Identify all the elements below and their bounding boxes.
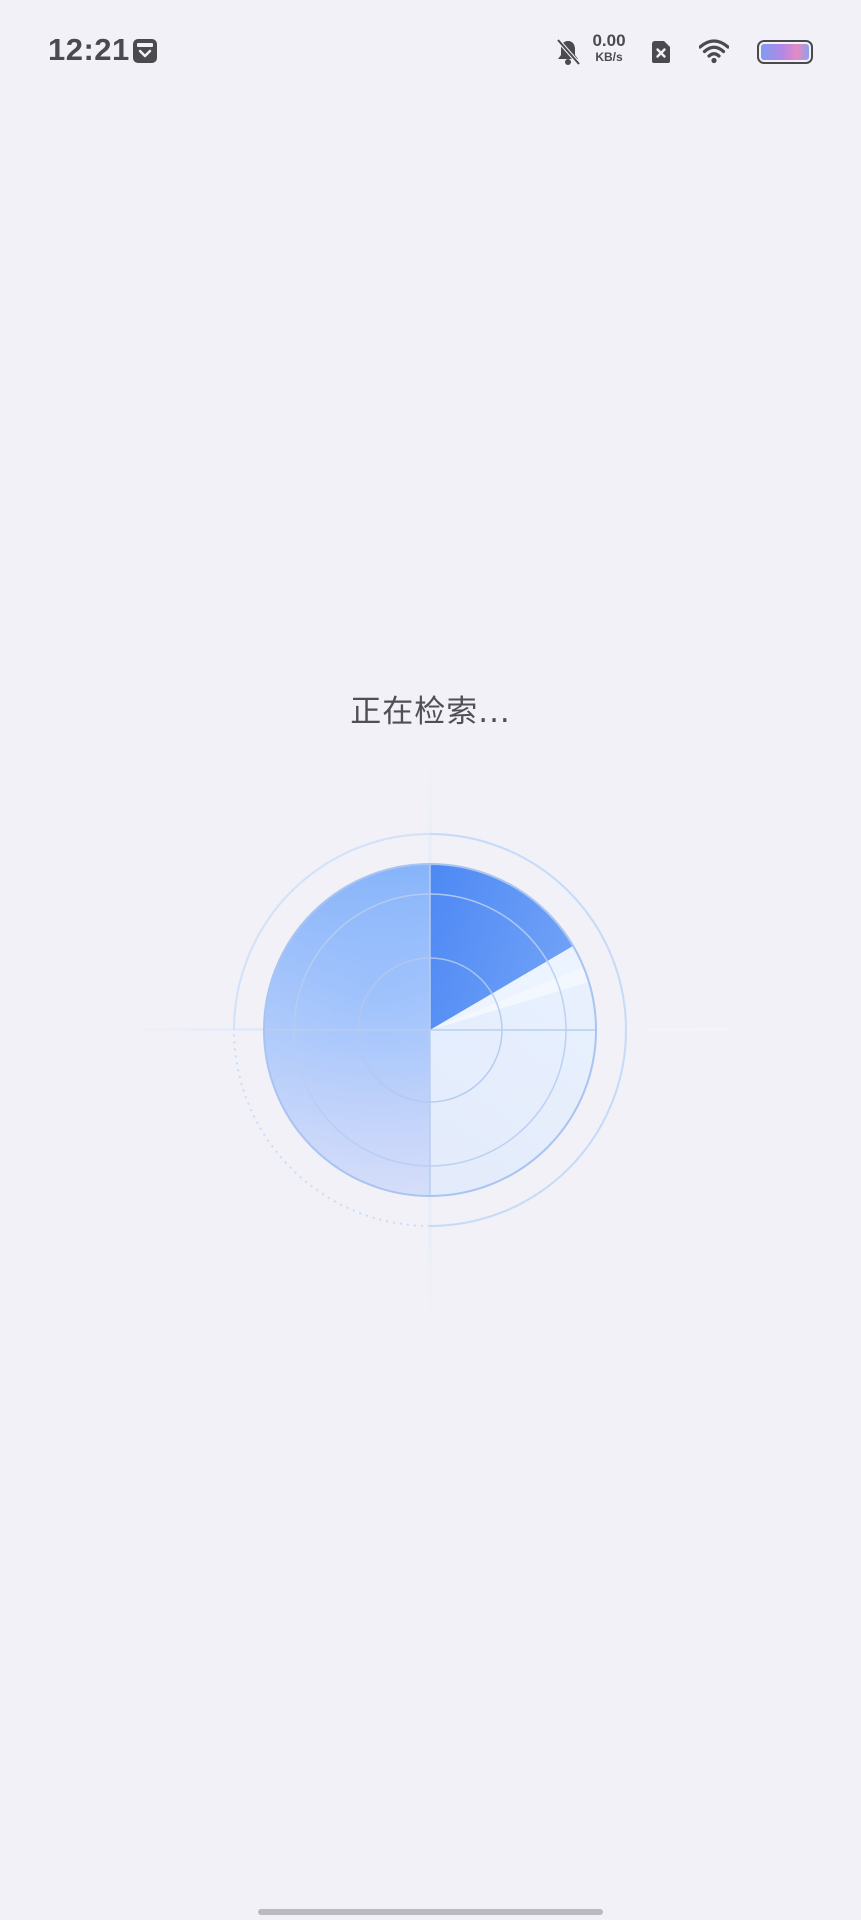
searching-status-text: 正在检索...: [350, 694, 511, 730]
battery-icon: [757, 40, 813, 64]
screen-cast-icon: [133, 39, 157, 63]
status-icons: 0.00 KB/s: [556, 30, 813, 70]
status-bar: 12:21 0.00 KB/s: [0, 0, 861, 100]
radar-scan-icon: [130, 760, 730, 1320]
network-speed: 0.00 KB/s: [587, 32, 631, 63]
screen: 12:21 0.00 KB/s 正在检索...: [0, 0, 861, 1920]
network-speed-unit: KB/s: [595, 50, 623, 64]
sim-disabled-icon: [652, 41, 670, 63]
bell-muted-icon: [556, 38, 581, 66]
radar-disk: [264, 864, 596, 1196]
wifi-icon: [699, 39, 729, 64]
network-speed-value: 0.00: [592, 31, 626, 50]
home-indicator[interactable]: [258, 1909, 603, 1915]
status-time: 12:21: [48, 32, 130, 67]
